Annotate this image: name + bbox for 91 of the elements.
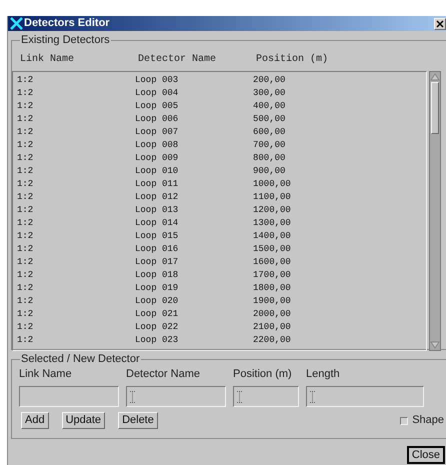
table-cell-text: 300,00 (253, 86, 286, 100)
table-cell-text: 1:2 (17, 282, 34, 295)
table-cell-text: Loop 003 (135, 74, 180, 87)
text-cursor-icon (310, 391, 315, 403)
table-cell-text: 600,00 (253, 126, 286, 139)
table-cell-text: Loop 019 (135, 282, 180, 295)
table-cell-text: 1:2 (17, 112, 34, 126)
app-logo-icon (10, 17, 23, 30)
input-field[interactable] (306, 386, 424, 407)
table-cell-text: 1:2 (17, 230, 34, 243)
checkbox-label: Shape (412, 413, 444, 428)
input-field[interactable] (126, 386, 226, 407)
table-cell-text: 1500,00 (253, 242, 292, 256)
table-cell-text: 1:2 (17, 256, 34, 269)
table-cell-text: Loop 006 (135, 112, 180, 126)
table-cell-text: 1:2 (17, 138, 34, 152)
table-cell-text: 2100,00 (253, 320, 292, 334)
window-title: Detectors Editor (24, 18, 110, 29)
action-button[interactable]: Add (21, 412, 49, 429)
scroll-down-arrow-icon[interactable] (430, 340, 440, 350)
text-cursor-icon (130, 391, 135, 403)
table-cell-text: 1900,00 (253, 294, 292, 308)
table-cell-text: Loop 022 (135, 320, 180, 334)
table-cell-text: 1:2 (17, 204, 34, 217)
table-cell-text: 1:2 (17, 268, 34, 282)
table-cell-text: 1700,00 (253, 268, 292, 282)
table-cell-text: Loop 009 (135, 152, 180, 165)
field-label: Link Name (19, 367, 73, 381)
table-cell-text: Loop 017 (135, 256, 180, 269)
table-cell-text: 1600,00 (253, 256, 292, 269)
table-cell-text: Loop 020 (135, 294, 180, 308)
close-dialog-button[interactable]: Close (406, 446, 445, 464)
table-cell-text: 900,00 (253, 164, 286, 178)
table-cell-text: Loop 021 (135, 308, 180, 321)
table-cell-text: 1100,00 (253, 190, 292, 204)
action-button[interactable]: Update (62, 412, 106, 429)
table-cell-text: 1:2 (17, 126, 34, 139)
table-cell-text: 800,00 (253, 152, 286, 165)
table-cell-text: Loop 011 (135, 178, 180, 191)
table-cell-text: 1:2 (17, 190, 34, 204)
close-icon (436, 20, 444, 28)
table-cell-text: 1400,00 (253, 230, 292, 243)
table-cell-text: Loop 008 (135, 138, 180, 152)
table-cell-text: 1:2 (17, 178, 34, 191)
table-cell-text: Loop 015 (135, 230, 180, 243)
table-cell-text: 1:2 (17, 86, 34, 100)
table-cell-text: 1:2 (17, 334, 34, 347)
table-cell-text: 1:2 (17, 320, 34, 334)
table-cell-text: 1:2 (17, 164, 34, 178)
table-cell-text: 500,00 (253, 112, 286, 126)
table-cell-text: Loop 004 (135, 86, 180, 100)
input-field[interactable] (19, 386, 119, 407)
table-cell-text: 700,00 (253, 138, 286, 152)
table-cell-text: 1:2 (17, 216, 34, 230)
table-cell-text: 2000,00 (253, 308, 292, 321)
table-cell-text: 1000,00 (253, 178, 292, 191)
table-cell-text: 400,00 (253, 100, 286, 113)
table-cell-text: Loop 005 (135, 100, 180, 113)
table-cell-text: 200,00 (253, 74, 286, 87)
table-cell-text: 1:2 (17, 294, 34, 308)
table-cell-text: Loop 012 (135, 190, 180, 204)
table-cell-text: Loop 023 (135, 334, 180, 347)
column-header: Link Name (20, 52, 76, 66)
group-title: Existing Detectors (20, 33, 111, 47)
table-cell-text: 1:2 (17, 74, 34, 87)
table-cell-text: Loop 007 (135, 126, 180, 139)
table-cell-text: Loop 016 (135, 242, 180, 256)
field-label: Position (m) (233, 367, 293, 381)
table-cell-text: 1:2 (17, 152, 34, 165)
table-cell-text: 1300,00 (253, 216, 292, 230)
scrollbar[interactable] (429, 71, 441, 351)
table-cell-text: 1800,00 (253, 282, 292, 295)
table-cell-text: Loop 013 (135, 204, 180, 217)
table-cell-text: Loop 018 (135, 268, 180, 282)
table-cell-text: 1200,00 (253, 204, 292, 217)
field-label: Length (306, 367, 341, 381)
shape-checkbox[interactable] (400, 416, 408, 424)
scroll-up-arrow-icon[interactable] (430, 72, 440, 82)
input-field[interactable] (233, 386, 299, 407)
table-cell-text: 2200,00 (253, 334, 292, 347)
action-button[interactable]: Delete (118, 412, 158, 429)
column-header: Detector Name (138, 52, 218, 66)
table-cell-text: 1:2 (17, 308, 34, 321)
table-cell-text: Loop 014 (135, 216, 180, 230)
text-cursor-icon (237, 391, 242, 403)
table-cell-text: Loop 010 (135, 164, 180, 178)
table-cell-text: 1:2 (17, 100, 34, 113)
column-header: Position (m) (256, 52, 330, 66)
close-button[interactable] (434, 18, 446, 30)
field-label: Detector Name (126, 367, 201, 381)
table-cell-text: 1:2 (17, 242, 34, 256)
